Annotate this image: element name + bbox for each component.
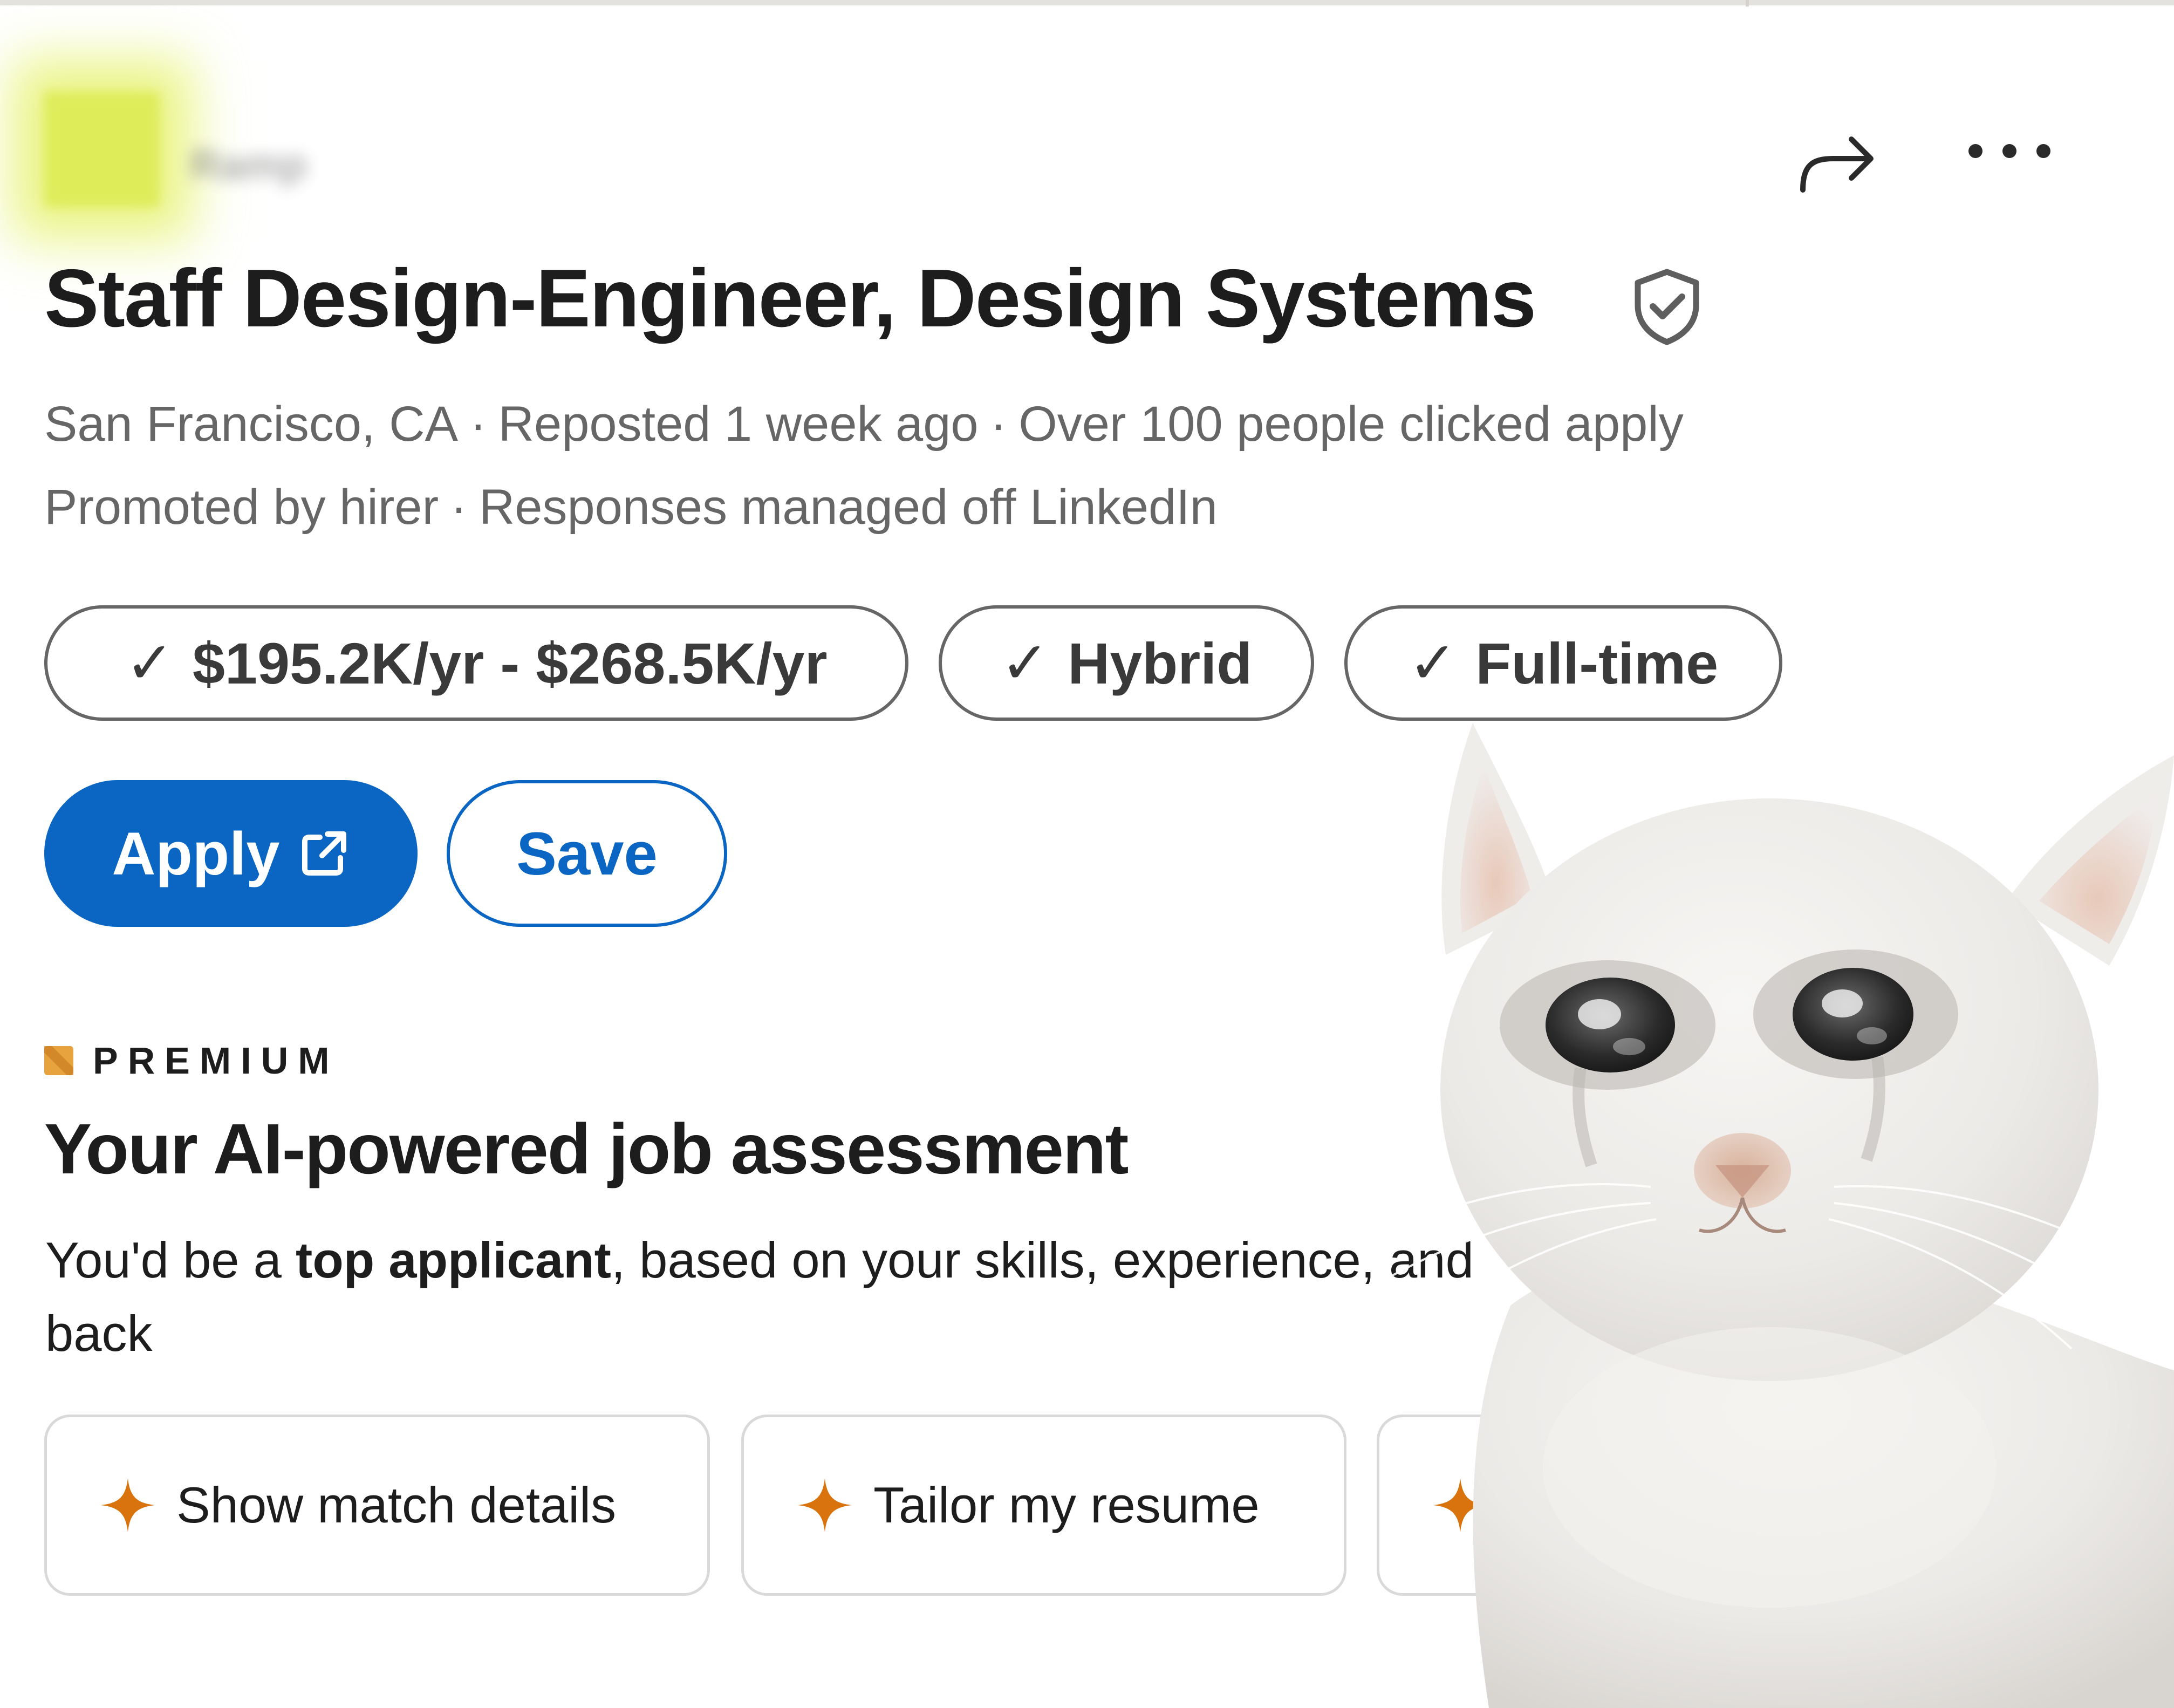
card-label: Show match details [176,1477,617,1533]
job-type-label: Full-time [1475,630,1719,696]
tailor-resume-button[interactable]: Tailor my resume [741,1415,1346,1596]
company-header[interactable]: Ramp [44,91,389,209]
top-border [0,0,2174,5]
more-dots-icon [1968,144,2050,158]
share-button[interactable] [1790,117,1882,197]
premium-badge-icon [44,1046,73,1075]
card-label: Tailor my resume [873,1477,1260,1533]
crying-cat-photo [1337,723,2174,1708]
sparkle-icon [798,1478,852,1532]
top-divider [1746,0,1749,6]
assessment-text: You'd be a top applicant, based on your … [45,1224,1545,1375]
job-title[interactable]: Staff Design-Engineer, Design Systems [44,251,1536,346]
job-meta-line-2: Promoted by hirer · Responses managed off … [44,479,1218,536]
job-promoted: Promoted by hirer [44,480,439,535]
salary-label: $195.2K/yr - $268.5K/yr [192,630,828,696]
assessment-highlight: top applicant [296,1232,611,1288]
more-options-button[interactable] [1964,126,2055,176]
job-type-pill[interactable]: ✓ Full-time [1344,605,1782,721]
check-icon: ✓ [1408,630,1458,695]
workplace-label: Hybrid [1068,630,1253,696]
job-applicants: Over 100 people clicked apply [1018,397,1684,452]
share-arrow-icon [1800,136,1874,193]
show-match-details-button[interactable]: Show match details [44,1415,710,1596]
separator: · [469,397,487,452]
salary-pill[interactable]: ✓ $195.2K/yr - $268.5K/yr [44,605,908,721]
job-responses: Responses managed off LinkedIn [478,480,1218,535]
save-button[interactable]: Save [447,780,727,927]
separator: · [990,397,1007,452]
job-posted: Reposted 1 week ago [498,397,979,452]
workplace-pill[interactable]: ✓ Hybrid [939,605,1314,721]
check-icon: ✓ [125,630,174,695]
apply-button[interactable]: Apply [44,780,418,927]
sparkle-icon [101,1478,155,1532]
company-name[interactable]: Ramp [190,140,307,189]
premium-label: PREMIUM [93,1040,339,1082]
apply-label: Apply [112,819,280,887]
assessment-text-prefix: You'd be a [45,1232,296,1288]
assessment-title: Your AI-powered job assessment [44,1109,1129,1188]
premium-header: PREMIUM [44,1039,339,1082]
job-location: San Francisco, CA [44,397,458,452]
external-link-icon [302,831,346,876]
separator: · [450,480,467,535]
job-meta-line-1: San Francisco, CA · Reposted 1 week ago · Ov… [44,396,1684,453]
company-logo[interactable] [44,92,160,207]
verified-shield-icon[interactable] [1631,268,1703,345]
check-icon: ✓ [1000,630,1050,695]
